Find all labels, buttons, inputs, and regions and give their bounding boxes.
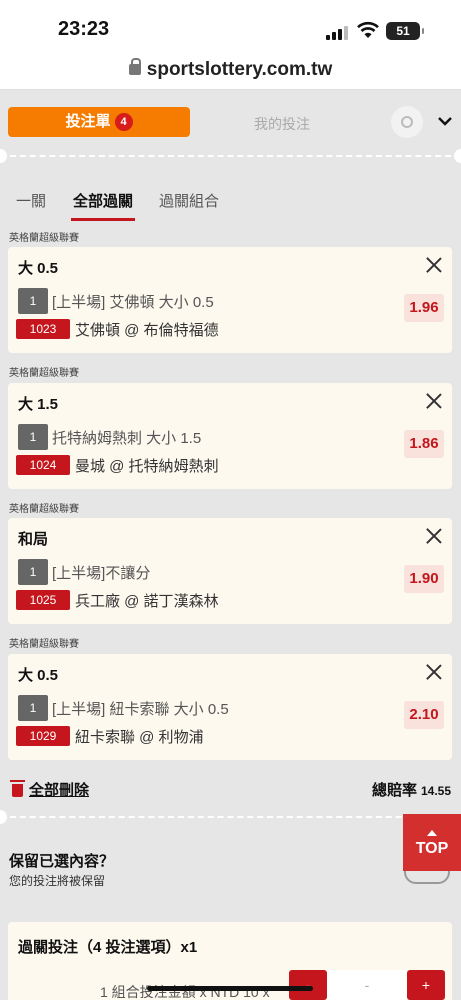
url-text: sportslottery.com.tw — [146, 59, 333, 80]
close-icon[interactable] — [426, 664, 442, 680]
close-icon[interactable] — [426, 528, 442, 544]
league-label: 英格蘭超級聯賽 — [9, 504, 79, 515]
bet-count-badge: 4 — [114, 113, 133, 131]
status-time: 23:23 — [58, 18, 110, 40]
settings-button[interactable] — [391, 106, 423, 138]
match-name: 艾佛頓 @ 布倫特福德 — [75, 322, 219, 339]
bet-card: 大 0.5 1 [上半場] 艾佛頓 大小 0.5 1023 艾佛頓 @ 布倫特福… — [8, 247, 452, 353]
cellular-signal-icon — [326, 24, 350, 40]
lock-icon — [128, 58, 141, 75]
tab-parlay-combo[interactable]: 過關組合 — [159, 190, 219, 211]
bet-market: [上半場] 紐卡索聯 大小 0.5 — [52, 701, 229, 718]
bet-number: 1 — [18, 695, 48, 721]
league-label: 英格蘭超級聯賽 — [9, 233, 79, 244]
bet-selection: 大 1.5 — [18, 396, 59, 413]
increase-button[interactable]: + — [407, 970, 445, 1000]
gear-icon — [401, 116, 413, 128]
bet-odds: 1.96 — [404, 294, 444, 322]
bet-market: [上半場]不讓分 — [52, 565, 151, 582]
bet-slip-header: 投注單 4 我的投注 — [0, 98, 461, 148]
tab-all-parlay[interactable]: 全部過關 — [70, 190, 136, 221]
divider — [0, 149, 461, 163]
bet-card: 大 1.5 1 托特納姆熱刺 大小 1.5 1024 曼城 @ 托特納姆熱刺 1… — [8, 383, 452, 489]
tab-bet-slip[interactable]: 投注單 4 — [8, 107, 190, 137]
keep-selection-section: 保留已選內容？ 您的投注將被保留 — [0, 830, 461, 910]
delete-all-label: 全部刪除 — [29, 782, 90, 799]
bet-card: 大 0.5 1 [上半場] 紐卡索聯 大小 0.5 1029 紐卡索聯 @ 利物… — [8, 654, 452, 760]
match-code: 1029 — [16, 726, 70, 746]
bet-selection: 和局 — [18, 531, 49, 548]
bet-market: [上半場] 艾佛頓 大小 0.5 — [52, 294, 214, 311]
amount-stepper: - - + — [289, 970, 445, 1000]
match-name: 兵工廠 @ 諾丁漢森林 — [75, 593, 219, 610]
bet-odds: 2.10 — [404, 701, 444, 729]
scroll-top-button[interactable]: TOP — [403, 814, 461, 871]
address-bar[interactable]: sportslottery.com.tw — [0, 52, 461, 90]
close-icon[interactable] — [426, 393, 442, 409]
match-code: 1024 — [16, 455, 70, 475]
bet-selection: 大 0.5 — [18, 667, 59, 684]
total-odds-value: 14.55 — [420, 784, 451, 798]
divider — [0, 810, 461, 824]
bet-number: 1 — [18, 288, 48, 314]
tab-bet-slip-label: 投注單 — [65, 113, 111, 130]
delete-all-button[interactable]: 全部刪除 — [10, 779, 90, 800]
keep-selection-title: 保留已選內容？ — [9, 853, 115, 870]
parlay-tabs: 一關 全部過關 過關組合 — [0, 186, 461, 221]
total-odds: 總賠率 14.55 — [372, 779, 451, 800]
bet-number: 1 — [18, 559, 48, 585]
bet-selection: 大 0.5 — [18, 260, 59, 277]
total-odds-label: 總賠率 — [371, 782, 417, 799]
status-bar: 23:23 51 — [0, 0, 461, 52]
bet-odds: 1.90 — [404, 565, 444, 593]
league-label: 英格蘭超級聯賽 — [9, 368, 79, 379]
tab-single[interactable]: 一關 — [16, 190, 46, 211]
decrease-button[interactable]: - — [289, 970, 327, 1000]
amount-input[interactable]: - — [327, 970, 407, 1000]
match-code: 1023 — [16, 319, 70, 339]
tab-my-bets[interactable]: 我的投注 — [254, 114, 310, 134]
bet-number: 1 — [18, 424, 48, 450]
bet-card: 和局 1 [上半場]不讓分 1025 兵工廠 @ 諾丁漢森林 1.90 — [8, 518, 452, 624]
match-code: 1025 — [16, 590, 70, 610]
battery-icon: 51 — [386, 22, 424, 40]
wifi-icon — [357, 21, 379, 38]
bet-market: 托特納姆熱刺 大小 1.5 — [52, 430, 202, 447]
scroll-top-label: TOP — [415, 840, 449, 857]
keep-selection-subtitle: 您的投注將被保留 — [9, 874, 106, 888]
home-indicator[interactable] — [147, 986, 313, 991]
trash-icon — [10, 780, 25, 797]
parlay-bet-title: 過關投注（4 投注選項）x1 — [18, 939, 198, 956]
arrow-up-icon — [427, 830, 437, 836]
close-icon[interactable] — [426, 257, 442, 273]
match-name: 曼城 @ 托特納姆熱刺 — [75, 458, 219, 475]
match-name: 紐卡索聯 @ 利物浦 — [75, 729, 204, 746]
bet-odds: 1.86 — [404, 430, 444, 458]
league-label: 英格蘭超級聯賽 — [9, 639, 79, 650]
parlay-amount-text: 1 組合投注金額 x NTD 10 x — [100, 984, 270, 1000]
chevron-down-icon[interactable] — [434, 110, 456, 132]
